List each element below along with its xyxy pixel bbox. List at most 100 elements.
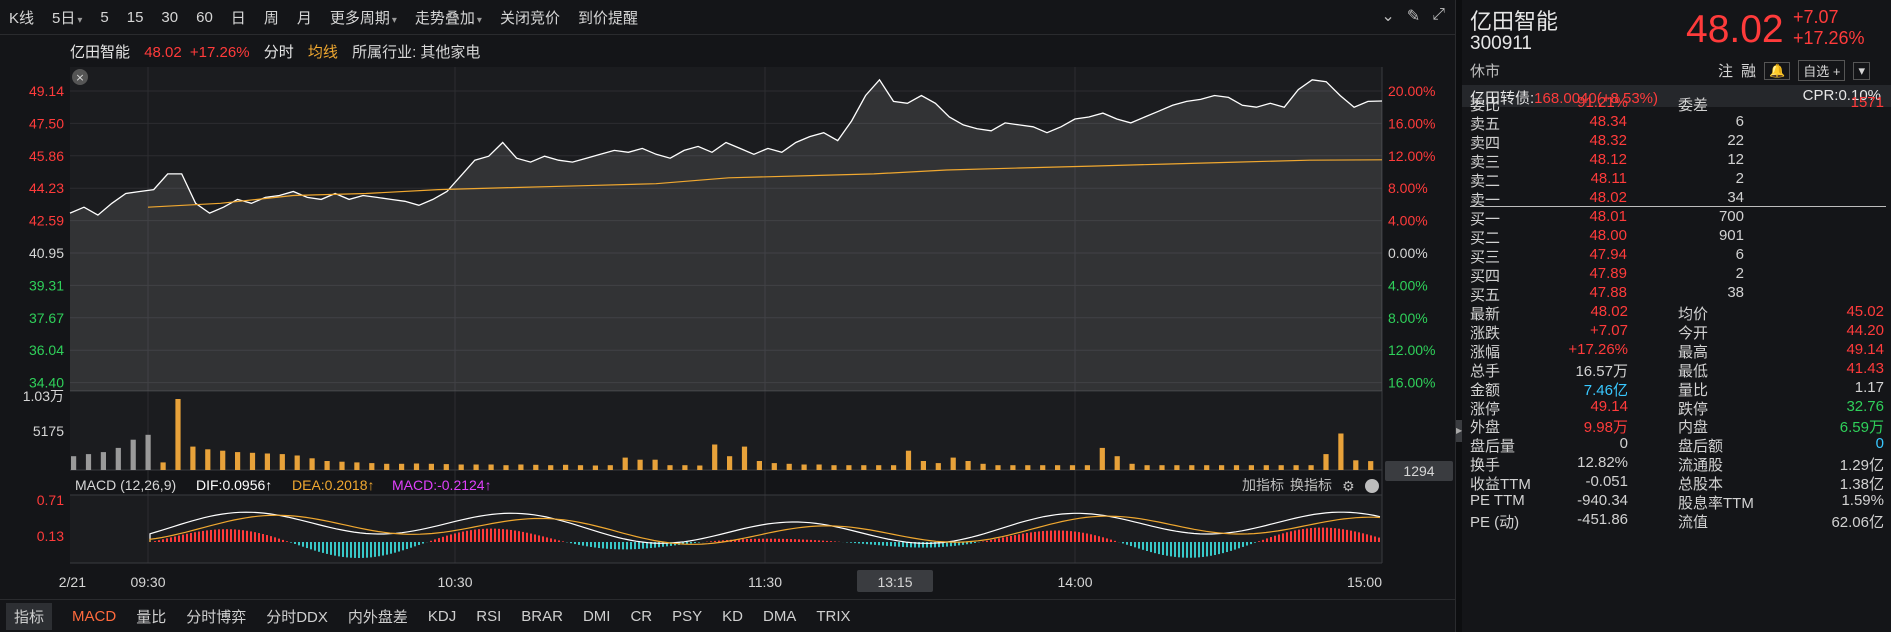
note-button[interactable]: 注	[1718, 60, 1733, 81]
chart-canvas[interactable]: 49.14 20.00% 47.50 16.00% 45.86 12.00% 44.23 8.…	[0, 35, 1455, 599]
stat-value: +7.07	[1590, 321, 1628, 339]
tab-dma[interactable]: DMA	[753, 608, 806, 625]
stat-label: 流值	[1678, 513, 1709, 531]
watchlist-dropdown-icon[interactable]: ▾	[1853, 61, 1870, 80]
macd-bar	[1282, 533, 1284, 542]
tab-inout-diff[interactable]: 内外盘差	[338, 606, 418, 627]
tab-30min[interactable]: 30	[152, 9, 187, 26]
macd-bar	[1314, 527, 1316, 542]
macd-bar	[1034, 531, 1036, 542]
expand-circle-icon[interactable]: ⌄	[1381, 6, 1394, 26]
tab-dmi[interactable]: DMI	[573, 608, 621, 625]
volume-bar	[1204, 465, 1210, 470]
tab-week[interactable]: 周	[255, 7, 288, 28]
macd-bar	[1182, 542, 1184, 558]
indicator-menu-button[interactable]: 指标	[6, 602, 53, 630]
volume-bar	[861, 465, 867, 470]
bell-icon[interactable]: 🔔	[1764, 61, 1791, 80]
volume-bar	[488, 464, 494, 470]
tab-15min[interactable]: 15	[118, 9, 153, 26]
volume-bar	[1040, 465, 1046, 470]
macd-bar	[794, 539, 796, 542]
quote-stock-name: 亿田智能	[1470, 9, 1559, 34]
tab-intraday-game[interactable]: 分时博弈	[176, 606, 256, 627]
more-periods-dropdown[interactable]: 更多周期 ▾	[321, 7, 406, 28]
macd-bar	[1050, 530, 1052, 542]
ask-row: 卖二 48.11 2	[1470, 170, 1886, 190]
stat-row: 外盘 9.98万 内盘 6.59万	[1470, 416, 1886, 436]
macd-bar	[286, 541, 288, 542]
stat-label: 跌停	[1678, 400, 1709, 418]
macd-title: MACD (12,26,9)	[75, 477, 176, 493]
macd-bar	[378, 542, 380, 557]
ask-label: 卖五	[1470, 116, 1501, 133]
macd-bar	[1094, 535, 1096, 542]
avg-line-label[interactable]: 均线	[308, 44, 338, 61]
price-alert-button[interactable]: 到价提醒	[569, 7, 647, 28]
macd-bar	[462, 531, 464, 542]
overlay-dropdown[interactable]: 走势叠加 ▾	[406, 7, 491, 28]
ask-volume: 6	[1735, 113, 1744, 130]
macd-dea: DEA:0.2018↑	[292, 477, 375, 493]
macd-bar	[618, 542, 620, 550]
macd-bar	[1298, 529, 1300, 542]
macd-bar	[414, 542, 416, 547]
bid-label: 买四	[1470, 268, 1501, 285]
tab-month[interactable]: 月	[288, 7, 321, 28]
margin-button[interactable]: 融	[1741, 60, 1756, 81]
stat-value: 12.82%	[1577, 454, 1628, 472]
tab-macd[interactable]: MACD	[62, 608, 126, 625]
volume-bar	[205, 449, 211, 470]
tab-volume-ratio[interactable]: 量比	[126, 606, 176, 627]
stat-label: 今开	[1678, 324, 1709, 342]
tab-60min[interactable]: 60	[187, 9, 222, 26]
tab-5day[interactable]: 5日 ▾	[43, 7, 91, 28]
tab-kd[interactable]: KD	[712, 608, 753, 625]
tab-brar[interactable]: BRAR	[511, 608, 573, 625]
macd-bar	[354, 542, 356, 558]
pen-icon[interactable]: ✎	[1407, 6, 1420, 26]
bid-volume: 2	[1735, 265, 1744, 282]
panel-divider[interactable]: ▶	[1455, 0, 1462, 632]
tab-kline[interactable]: K线	[0, 7, 43, 28]
price-tick: 49.14	[29, 83, 64, 99]
tab-cr[interactable]: CR	[620, 608, 662, 625]
macd-bar	[582, 542, 584, 546]
volume-bar	[1144, 465, 1150, 470]
stat-label: 最新	[1470, 306, 1501, 323]
macd-bar	[758, 538, 760, 542]
quote-change-abs: +7.07	[1793, 7, 1839, 27]
fullscreen-icon[interactable]: ⤢	[1432, 6, 1445, 26]
tab-ddx[interactable]: 分时DDX	[256, 606, 338, 627]
weibi-row: 委比 91.21% 委差 1571	[1470, 94, 1886, 114]
macd-bar	[318, 542, 320, 552]
stat-label: 涨停	[1470, 400, 1501, 418]
macd-bar	[766, 538, 768, 542]
gear-icon: ⚙	[1342, 479, 1355, 495]
ask-price: 48.32	[1589, 132, 1627, 149]
macd-bar	[590, 542, 592, 547]
macd-bar	[518, 531, 520, 542]
volume-bar	[846, 465, 852, 470]
close-auction-button[interactable]: 关闭竞价	[491, 7, 569, 28]
intraday-chart[interactable]: 49.14 20.00% 47.50 16.00% 45.86 12.00% 44.23 8.…	[0, 35, 1455, 599]
macd-bar	[1002, 537, 1004, 542]
tab-kdj[interactable]: KDJ	[418, 608, 466, 625]
macd-value: MACD:-0.2124↑	[392, 477, 492, 493]
macd-bar	[1166, 542, 1168, 556]
macd-bar	[874, 542, 876, 545]
add-watchlist-button[interactable]: 自选 +	[1798, 60, 1846, 81]
tab-5min[interactable]: 5	[91, 9, 117, 26]
macd-bar	[1198, 542, 1200, 558]
tab-trix[interactable]: TRIX	[806, 608, 860, 625]
macd-bar	[290, 542, 292, 543]
macd-bar	[1302, 528, 1304, 542]
tab-rsi[interactable]: RSI	[466, 608, 511, 625]
tab-day[interactable]: 日	[222, 7, 255, 28]
volume-bar	[1278, 465, 1284, 470]
tab-psy[interactable]: PSY	[662, 608, 712, 625]
tab-intraday[interactable]: 分时	[264, 44, 294, 61]
macd-bar	[890, 542, 892, 547]
macd-bar	[778, 538, 780, 542]
volume-bar	[220, 450, 226, 470]
